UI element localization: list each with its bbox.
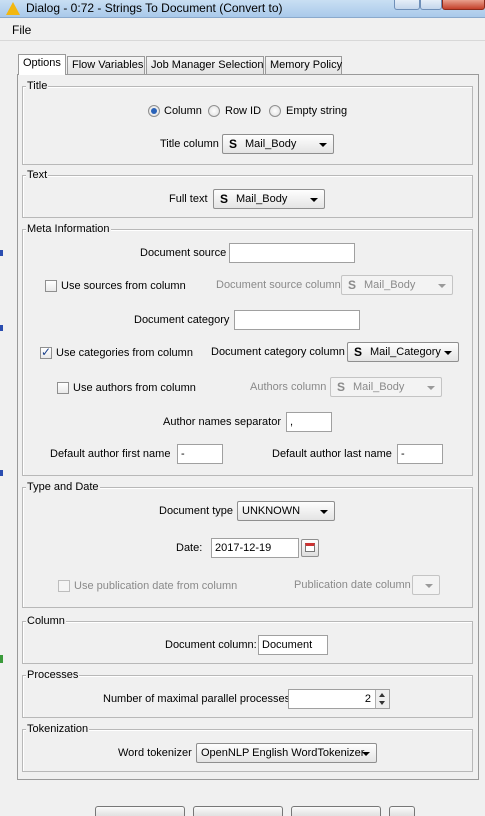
- tokenization-group-legend: Tokenization: [26, 723, 90, 735]
- document-source-column-label: Document source column: [216, 279, 341, 291]
- title-group-legend: Title: [26, 80, 49, 92]
- word-tokenizer-label: Word tokenizer: [118, 747, 192, 759]
- background-edge: [0, 250, 3, 256]
- calendar-button[interactable]: [301, 539, 319, 557]
- string-type-icon: S: [337, 380, 346, 394]
- radio-rowid-label: Row ID: [225, 105, 262, 117]
- maximize-button[interactable]: [420, 0, 442, 10]
- calendar-icon: [305, 543, 315, 552]
- document-source-column-select[interactable]: S Mail_Body: [341, 275, 453, 295]
- arrow-up-icon: [379, 693, 385, 697]
- meta-information-legend: Meta Information: [26, 223, 111, 235]
- author-separator-input[interactable]: ,: [286, 412, 332, 432]
- chevron-down-icon: [438, 284, 446, 288]
- max-parallel-processes-label: Number of maximal parallel processes: [103, 693, 291, 705]
- use-authors-label: Use authors from column: [73, 382, 196, 394]
- minimize-button[interactable]: [394, 0, 420, 10]
- authors-column-label: Authors column: [250, 381, 327, 393]
- string-type-icon: S: [348, 278, 357, 292]
- background-edge: [0, 655, 3, 663]
- string-type-icon: S: [354, 345, 363, 359]
- warning-icon: [6, 2, 20, 15]
- string-type-icon: S: [220, 192, 229, 206]
- type-and-date-legend: Type and Date: [26, 481, 100, 493]
- full-text-label: Full text: [169, 193, 208, 205]
- document-category-input[interactable]: [234, 310, 360, 330]
- document-source-input[interactable]: [229, 243, 355, 263]
- document-source-label: Document source: [140, 247, 227, 259]
- close-button[interactable]: [442, 0, 485, 10]
- apply-button[interactable]: [193, 806, 283, 816]
- background-edge: [0, 470, 3, 476]
- document-category-column-label: Document category column: [211, 346, 345, 358]
- chevron-down-icon: [362, 752, 370, 756]
- date-label: Date:: [176, 542, 203, 554]
- chevron-down-icon: [319, 143, 327, 147]
- ok-button[interactable]: [95, 806, 185, 816]
- default-last-name-label: Default author last name: [272, 448, 392, 460]
- chevron-down-icon: [427, 386, 435, 390]
- help-button[interactable]: [389, 806, 415, 816]
- date-input[interactable]: 2017-12-19: [211, 538, 299, 558]
- use-pubdate-label: Use publication date from column: [74, 580, 238, 592]
- title-column-select[interactable]: S Mail_Body: [222, 134, 334, 154]
- chevron-down-icon: [425, 584, 433, 588]
- document-type-label: Document type: [159, 505, 233, 517]
- use-categories-label: Use categories from column: [56, 347, 193, 359]
- string-type-icon: S: [229, 137, 238, 151]
- window-titlebar: Dialog - 0:72 - Strings To Document (Con…: [0, 0, 485, 18]
- use-sources-label: Use sources from column: [61, 280, 186, 292]
- document-category-column-select[interactable]: S Mail_Category: [347, 342, 459, 362]
- tab-job-manager-selection[interactable]: Job Manager Selection: [146, 56, 264, 75]
- default-first-name-input[interactable]: -: [177, 444, 223, 464]
- chevron-down-icon: [320, 510, 328, 514]
- radio-column-label: Column: [164, 105, 202, 117]
- default-last-name-input[interactable]: -: [397, 444, 443, 464]
- radio-column[interactable]: [148, 105, 160, 117]
- cancel-button[interactable]: [291, 806, 381, 816]
- checkmark-icon: ✓: [41, 345, 52, 359]
- use-authors-checkbox[interactable]: [57, 382, 69, 394]
- word-tokenizer-select[interactable]: OpenNLP English WordTokenizer: [196, 743, 377, 763]
- radio-rowid[interactable]: [208, 105, 220, 117]
- use-sources-checkbox[interactable]: [45, 280, 57, 292]
- menu-bar: File: [0, 19, 485, 41]
- max-parallel-processes-input[interactable]: 2: [288, 689, 390, 709]
- radio-empty-string-label: Empty string: [286, 105, 348, 117]
- pubdate-column-select[interactable]: [412, 575, 440, 595]
- chevron-down-icon: [444, 351, 452, 355]
- pubdate-column-label: Publication date column: [294, 579, 411, 591]
- document-column-input[interactable]: Document: [258, 635, 328, 655]
- menu-file[interactable]: File: [12, 23, 31, 37]
- authors-column-select[interactable]: S Mail_Body: [330, 377, 442, 397]
- window-title: Dialog - 0:72 - Strings To Document (Con…: [26, 1, 283, 15]
- title-column-label: Title column: [160, 138, 219, 150]
- text-group-legend: Text: [26, 169, 49, 181]
- document-type-select[interactable]: UNKNOWN: [237, 501, 335, 521]
- processes-group-legend: Processes: [26, 669, 80, 681]
- tab-options[interactable]: Options: [18, 54, 66, 75]
- tab-memory-policy[interactable]: Memory Policy: [265, 56, 342, 75]
- document-category-label: Document category: [134, 314, 230, 326]
- chevron-down-icon: [310, 198, 318, 202]
- column-group-legend: Column: [26, 615, 66, 627]
- full-text-select[interactable]: S Mail_Body: [213, 189, 325, 209]
- spinner-buttons[interactable]: [375, 690, 389, 708]
- document-column-label: Document column:: [165, 639, 257, 651]
- tab-flow-variables[interactable]: Flow Variables: [67, 56, 145, 75]
- use-categories-checkbox[interactable]: ✓: [40, 345, 52, 359]
- default-first-name-label: Default author first name: [50, 448, 171, 460]
- use-pubdate-checkbox[interactable]: [58, 580, 70, 592]
- radio-empty-string[interactable]: [269, 105, 281, 117]
- arrow-down-icon: [379, 701, 385, 705]
- author-separator-label: Author names separator: [163, 416, 282, 428]
- background-edge: [0, 325, 3, 331]
